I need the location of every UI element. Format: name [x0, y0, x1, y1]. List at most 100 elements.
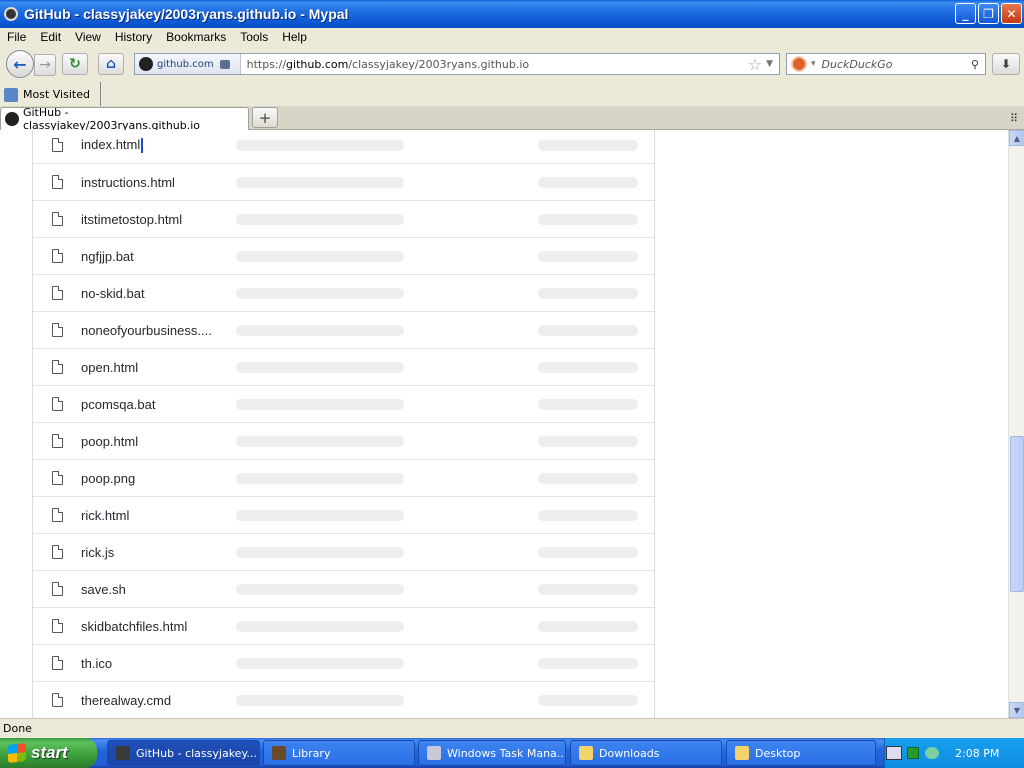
file-name-link[interactable]: skidbatchfiles.html	[81, 619, 187, 634]
file-row[interactable]: save.sh	[33, 570, 654, 607]
commit-date-placeholder	[538, 658, 638, 669]
menu-history[interactable]: History	[108, 30, 159, 44]
file-icon	[52, 286, 63, 300]
file-name-link[interactable]: rick.js	[81, 545, 114, 560]
commit-message-placeholder	[236, 399, 404, 410]
task-task-manager[interactable]: Windows Task Mana...	[418, 740, 566, 766]
file-name-link[interactable]: poop.html	[81, 434, 138, 449]
commit-date-placeholder	[538, 288, 638, 299]
commit-date-placeholder	[538, 584, 638, 595]
file-name-link[interactable]: th.ico	[81, 656, 112, 671]
file-row[interactable]: ngfjjp.bat	[33, 237, 654, 274]
file-row[interactable]: skidbatchfiles.html	[33, 607, 654, 644]
file-row[interactable]: open.html	[33, 348, 654, 385]
folder-icon	[735, 746, 749, 760]
file-name-link[interactable]: save.sh	[81, 582, 126, 597]
forward-button[interactable]: →	[34, 54, 56, 76]
file-name-link[interactable]: poop.png	[81, 471, 135, 486]
file-row[interactable]: therealway.cmd	[33, 681, 654, 718]
menu-tools[interactable]: Tools	[233, 30, 275, 44]
file-icon	[52, 545, 63, 559]
page-content: index.html instructions.html itstimetostop…	[0, 130, 1008, 718]
commit-message-placeholder	[236, 325, 404, 336]
file-row[interactable]: poop.html	[33, 422, 654, 459]
tab-label: GitHub - classyjakey/2003ryans.github.io	[22, 106, 201, 132]
site-identity-button[interactable]: github.com	[135, 54, 241, 74]
file-row[interactable]: rick.html	[33, 496, 654, 533]
commit-date-placeholder	[538, 473, 638, 484]
start-button[interactable]: start	[0, 738, 97, 768]
new-tab-button[interactable]: +	[252, 107, 278, 128]
task-downloads[interactable]: Downloads	[570, 740, 722, 766]
maximize-button[interactable]: ❐	[978, 3, 999, 24]
url-path: /classyjakey/2003ryans.github.io	[348, 57, 530, 71]
duckduckgo-icon[interactable]	[791, 56, 807, 72]
tab-github[interactable]: GitHub - classyjakey/2003ryans.github.io	[0, 106, 249, 132]
clock[interactable]: 2:08 PM	[955, 747, 999, 760]
task-desktop[interactable]: Desktop	[726, 740, 876, 766]
search-bar[interactable]: ▾ DuckDuckGo ⚲	[786, 53, 986, 75]
file-name-link[interactable]: pcomsqa.bat	[81, 397, 155, 412]
file-row[interactable]: no-skid.bat	[33, 274, 654, 311]
file-row[interactable]: th.ico	[33, 644, 654, 681]
url-history-dropdown-icon[interactable]: ▼	[766, 59, 773, 69]
file-name-link[interactable]: noneofyourbusiness....	[81, 323, 212, 338]
reload-button[interactable]: ↻	[62, 53, 88, 75]
commit-message-placeholder	[236, 695, 404, 706]
file-name-link[interactable]: ngfjjp.bat	[81, 249, 134, 264]
task-label: Downloads	[599, 746, 660, 760]
scroll-down-button[interactable]: ▼	[1009, 702, 1024, 718]
commit-date-placeholder	[538, 399, 638, 410]
github-favicon-icon	[5, 112, 19, 126]
file-row[interactable]: rick.js	[33, 533, 654, 570]
downloads-button[interactable]: ⬇	[992, 53, 1020, 75]
home-button[interactable]: ⌂	[98, 53, 124, 75]
scroll-thumb[interactable]	[1010, 436, 1024, 592]
search-icon[interactable]: ⚲	[971, 58, 979, 71]
file-name-link[interactable]: therealway.cmd	[81, 693, 171, 708]
file-row[interactable]: pcomsqa.bat	[33, 385, 654, 422]
file-row[interactable]: noneofyourbusiness....	[33, 311, 654, 348]
file-name-link[interactable]: no-skid.bat	[81, 286, 145, 301]
bookmark-star-icon[interactable]: ☆	[748, 55, 762, 74]
keyboard-icon[interactable]	[886, 746, 902, 760]
close-button[interactable]: ✕	[1001, 3, 1022, 24]
download-arrow-icon: ⬇	[1000, 57, 1012, 71]
file-row[interactable]: itstimetostop.html	[33, 200, 654, 237]
file-name-link[interactable]: open.html	[81, 360, 138, 375]
commit-message-placeholder	[236, 214, 404, 225]
network-icon[interactable]	[925, 747, 939, 759]
menu-help[interactable]: Help	[275, 30, 314, 44]
menu-view[interactable]: View	[68, 30, 108, 44]
menu-bookmarks[interactable]: Bookmarks	[159, 30, 233, 44]
file-icon	[52, 212, 63, 226]
file-name-link[interactable]: index.html	[81, 137, 144, 154]
back-button[interactable]: ←	[6, 50, 34, 78]
library-task-icon	[272, 746, 286, 760]
file-row[interactable]: instructions.html	[33, 163, 654, 200]
bookmark-most-visited[interactable]: Most Visited	[4, 82, 101, 108]
vertical-scrollbar[interactable]: ▲ ▼	[1008, 130, 1024, 718]
task-library[interactable]: Library	[263, 740, 415, 766]
commit-date-placeholder	[538, 214, 638, 225]
search-engine-dropdown-icon[interactable]: ▾	[811, 59, 816, 69]
file-row[interactable]: index.html	[33, 130, 654, 163]
lock-icon	[219, 59, 230, 69]
file-row[interactable]: poop.png	[33, 459, 654, 496]
menu-file[interactable]: File	[0, 30, 33, 44]
file-name-link[interactable]: instructions.html	[81, 175, 175, 190]
file-name-link[interactable]: rick.html	[81, 508, 129, 523]
url-bar[interactable]: github.com https://github.com/classyjake…	[134, 53, 780, 75]
file-icon	[52, 249, 63, 263]
task-github[interactable]: GitHub - classyjakey...	[107, 740, 260, 766]
tray-app-icon[interactable]	[907, 747, 919, 759]
file-name-link[interactable]: itstimetostop.html	[81, 212, 182, 227]
minimize-button[interactable]: _	[955, 3, 976, 24]
reload-icon: ↻	[69, 56, 81, 72]
url-domain: github.com	[286, 57, 349, 71]
scroll-up-button[interactable]: ▲	[1009, 130, 1024, 146]
list-all-tabs-icon[interactable]: ⠿	[1010, 112, 1018, 125]
menu-edit[interactable]: Edit	[33, 30, 68, 44]
bookmark-label: Most Visited	[23, 88, 90, 101]
url-text[interactable]: https://github.com/classyjakey/2003ryans…	[247, 58, 748, 71]
